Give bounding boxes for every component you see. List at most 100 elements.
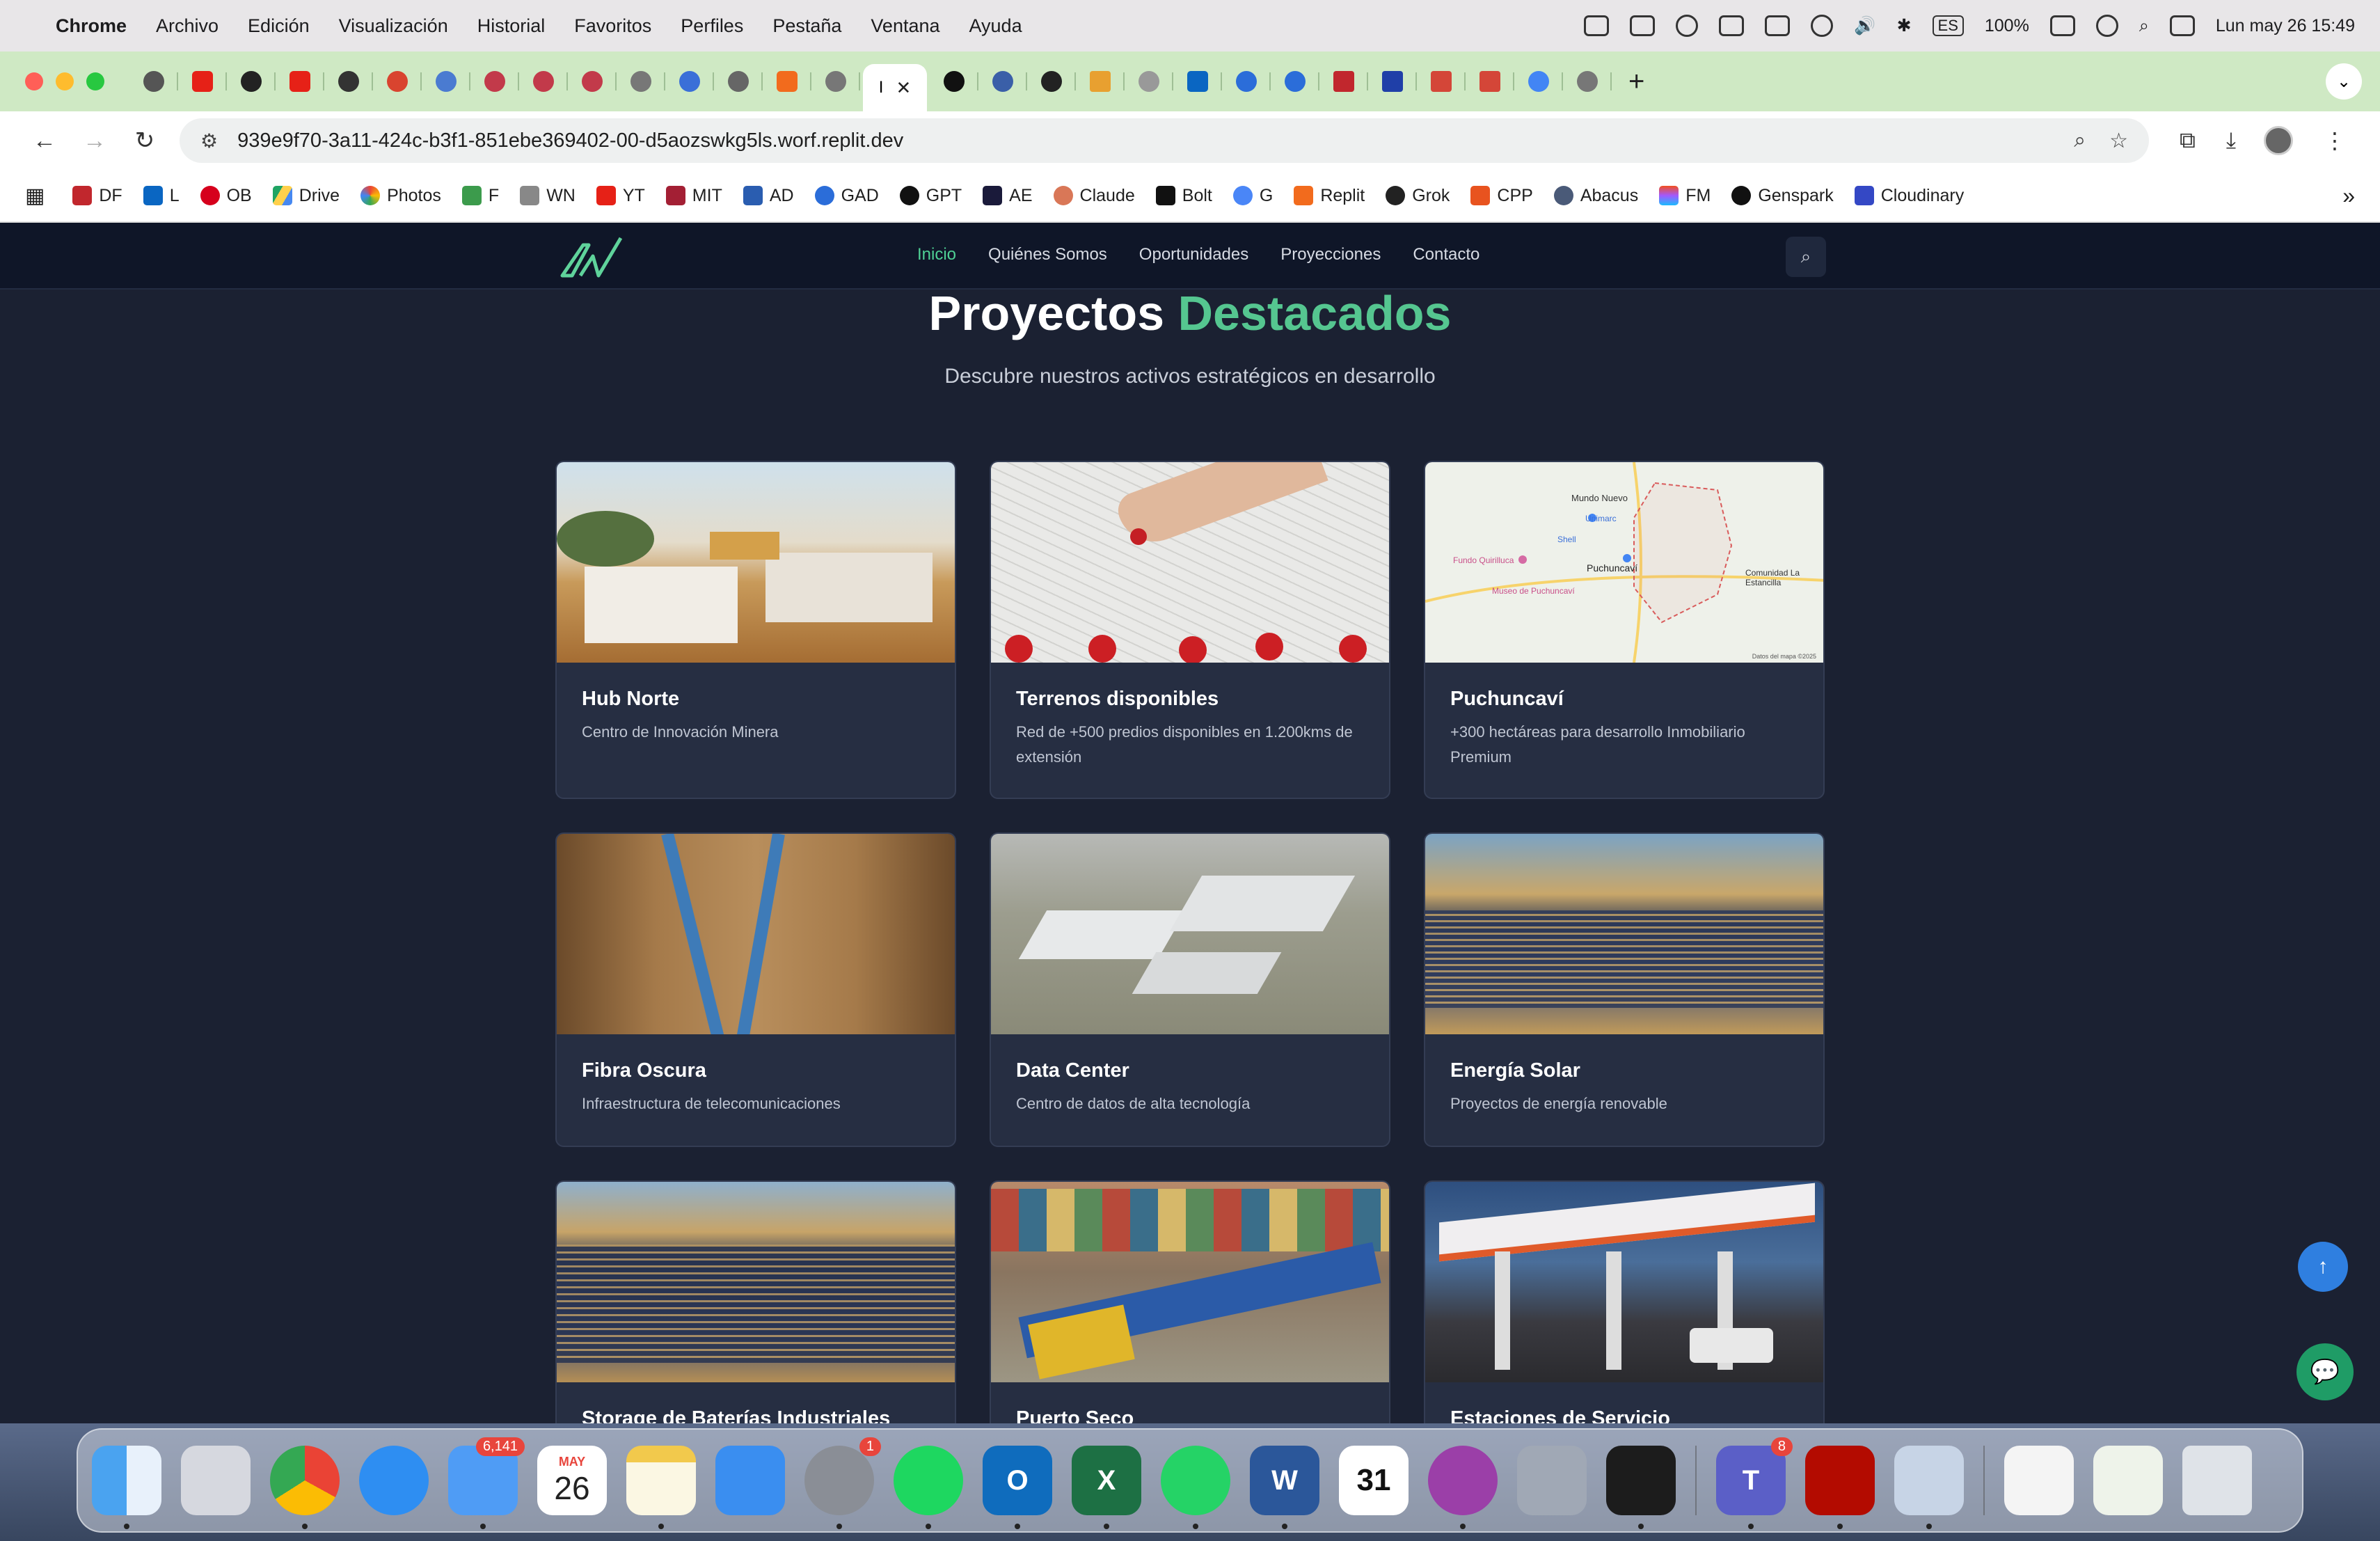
battery-icon[interactable]	[2049, 15, 2075, 36]
site-info-icon[interactable]: ⚙	[200, 129, 218, 152]
launchpad-icon[interactable]	[181, 1446, 251, 1515]
preview-icon[interactable]	[1894, 1446, 1964, 1529]
browser-tab[interactable]	[981, 61, 1027, 102]
nav-link-contacto[interactable]: Contacto	[1413, 245, 1479, 264]
menu-historial[interactable]: Historial	[477, 15, 546, 37]
browser-tab[interactable]	[717, 61, 763, 102]
spotlight-search-icon[interactable]: ⌕	[2139, 16, 2149, 36]
menu-pestana[interactable]: Pestaña	[772, 15, 841, 37]
browser-tab[interactable]	[473, 61, 519, 102]
bookmark-item[interactable]: Photos	[360, 186, 441, 206]
nav-link-inicio[interactable]: Inicio	[917, 245, 956, 264]
browser-tab[interactable]	[1468, 61, 1514, 102]
url-text[interactable]: 939e9f70-3a11-424c-b3f1-851ebe369402-00-…	[237, 129, 2050, 152]
browser-tab[interactable]	[1371, 61, 1417, 102]
keyboard-layout-badge[interactable]: ES	[1932, 15, 1964, 36]
project-card-energia-solar[interactable]: Energía Solar Proyectos de energía renov…	[1424, 832, 1825, 1147]
keynote-icon[interactable]	[715, 1446, 785, 1515]
menu-visualizacion[interactable]: Visualización	[339, 15, 448, 37]
fantastical-icon[interactable]: 31	[1339, 1446, 1409, 1515]
close-window-button[interactable]	[25, 72, 43, 90]
menu-ayuda[interactable]: Ayuda	[969, 15, 1022, 37]
bookmark-item[interactable]: WN	[520, 186, 576, 206]
browser-tab[interactable]	[814, 61, 860, 102]
tab-search-dropdown[interactable]: ⌄	[2326, 63, 2362, 100]
nav-link-oportunidades[interactable]: Oportunidades	[1139, 245, 1248, 264]
bookmark-item[interactable]: GAD	[814, 186, 879, 206]
audio-wave-icon[interactable]	[1676, 15, 1699, 37]
bookmark-item[interactable]: Bolt	[1155, 186, 1212, 206]
bookmark-item[interactable]: Abacus	[1553, 186, 1638, 206]
bookmark-item[interactable]: GPT	[899, 186, 962, 206]
control-center-icon[interactable]	[2169, 15, 2195, 36]
project-card-storage-baterias[interactable]: Storage de Baterías Industriales	[555, 1180, 956, 1423]
recent-spreadsheet-icon[interactable]	[2093, 1446, 2163, 1515]
browser-tab[interactable]	[1566, 61, 1612, 102]
screen-mirror-icon[interactable]	[1719, 15, 1745, 36]
minimize-window-button[interactable]	[56, 72, 74, 90]
browser-tab[interactable]	[1127, 61, 1173, 102]
browser-tab[interactable]	[425, 61, 470, 102]
nav-link-quienes-somos[interactable]: Quiénes Somos	[988, 245, 1107, 264]
spotify-icon[interactable]	[894, 1446, 963, 1529]
browser-tab[interactable]	[278, 61, 324, 102]
bookmark-item[interactable]: CPP	[1470, 186, 1533, 206]
brand-logo[interactable]	[557, 232, 626, 281]
browser-tab[interactable]	[668, 61, 714, 102]
safari-icon[interactable]	[359, 1446, 429, 1515]
browser-tab[interactable]	[376, 61, 422, 102]
menu-edicion[interactable]: Edición	[248, 15, 310, 37]
browser-tab[interactable]	[571, 61, 617, 102]
finder-icon[interactable]	[92, 1446, 161, 1529]
browser-tab[interactable]	[1176, 61, 1222, 102]
apps-grid-icon[interactable]: ▦	[25, 184, 45, 208]
browser-tab[interactable]	[1322, 61, 1368, 102]
project-card-puerto-seco[interactable]: Puerto Seco	[990, 1180, 1390, 1423]
arc-app-icon[interactable]	[1428, 1446, 1498, 1529]
browser-tab[interactable]	[1420, 61, 1466, 102]
profile-avatar[interactable]	[2264, 126, 2294, 155]
active-browser-tab[interactable]: I ✕	[863, 64, 927, 111]
extensions-icon[interactable]: ⧉	[2180, 127, 2196, 154]
teams-status-icon[interactable]	[1584, 15, 1610, 36]
menu-ventana[interactable]: Ventana	[871, 15, 939, 37]
browser-tab[interactable]	[230, 61, 276, 102]
browser-tab[interactable]	[933, 61, 978, 102]
chat-button[interactable]: 💬	[2296, 1343, 2354, 1400]
forward-button[interactable]: →	[70, 127, 120, 155]
more-menu-icon[interactable]: ⋮	[2324, 127, 2346, 154]
menu-favoritos[interactable]: Favoritos	[574, 15, 651, 37]
bookmark-item[interactable]: AE	[983, 186, 1033, 206]
bookmark-item[interactable]: L	[143, 186, 180, 206]
link-icon[interactable]	[2095, 15, 2118, 37]
bookmark-item[interactable]: Claude	[1053, 186, 1135, 206]
browser-tab[interactable]	[1517, 61, 1563, 102]
recent-document-icon[interactable]	[2004, 1446, 2074, 1515]
nav-link-proyecciones[interactable]: Proyecciones	[1280, 245, 1381, 264]
project-card-fibra-oscura[interactable]: Fibra Oscura Infraestructura de telecomu…	[555, 832, 956, 1147]
outlook-icon[interactable]: O	[983, 1446, 1052, 1529]
menu-archivo[interactable]: Archivo	[156, 15, 219, 37]
whatsapp-icon[interactable]	[1161, 1446, 1230, 1529]
browser-tab[interactable]	[1225, 61, 1271, 102]
mail-icon[interactable]: 6,141	[448, 1437, 525, 1529]
bookmark-item[interactable]: OB	[200, 186, 252, 206]
download-icon[interactable]: ⤓	[2226, 127, 2236, 154]
trash-icon[interactable]	[2182, 1446, 2252, 1515]
bookmark-item[interactable]: F	[461, 186, 499, 206]
reload-button[interactable]: ↻	[120, 127, 170, 155]
back-button[interactable]: ←	[19, 127, 70, 155]
bookmark-item[interactable]: DF	[72, 186, 122, 206]
browser-tab[interactable]	[1079, 61, 1125, 102]
browser-tab[interactable]	[765, 61, 811, 102]
outlook-status-icon[interactable]	[1630, 15, 1656, 36]
close-tab-icon[interactable]: ✕	[896, 77, 911, 99]
project-card-puchuncavi[interactable]: Mundo Nuevo Unimarc Shell Fundo Quirillu…	[1424, 461, 1825, 799]
acrobat-icon[interactable]	[1805, 1446, 1875, 1529]
browser-tab[interactable]	[181, 61, 227, 102]
scroll-top-button[interactable]: ↑	[2298, 1242, 2348, 1292]
project-card-data-center[interactable]: Data Center Centro de datos de alta tecn…	[990, 832, 1390, 1147]
browser-tab[interactable]	[132, 61, 178, 102]
bookmark-item[interactable]: Genspark	[1731, 186, 1834, 206]
browser-tab[interactable]	[1274, 61, 1319, 102]
